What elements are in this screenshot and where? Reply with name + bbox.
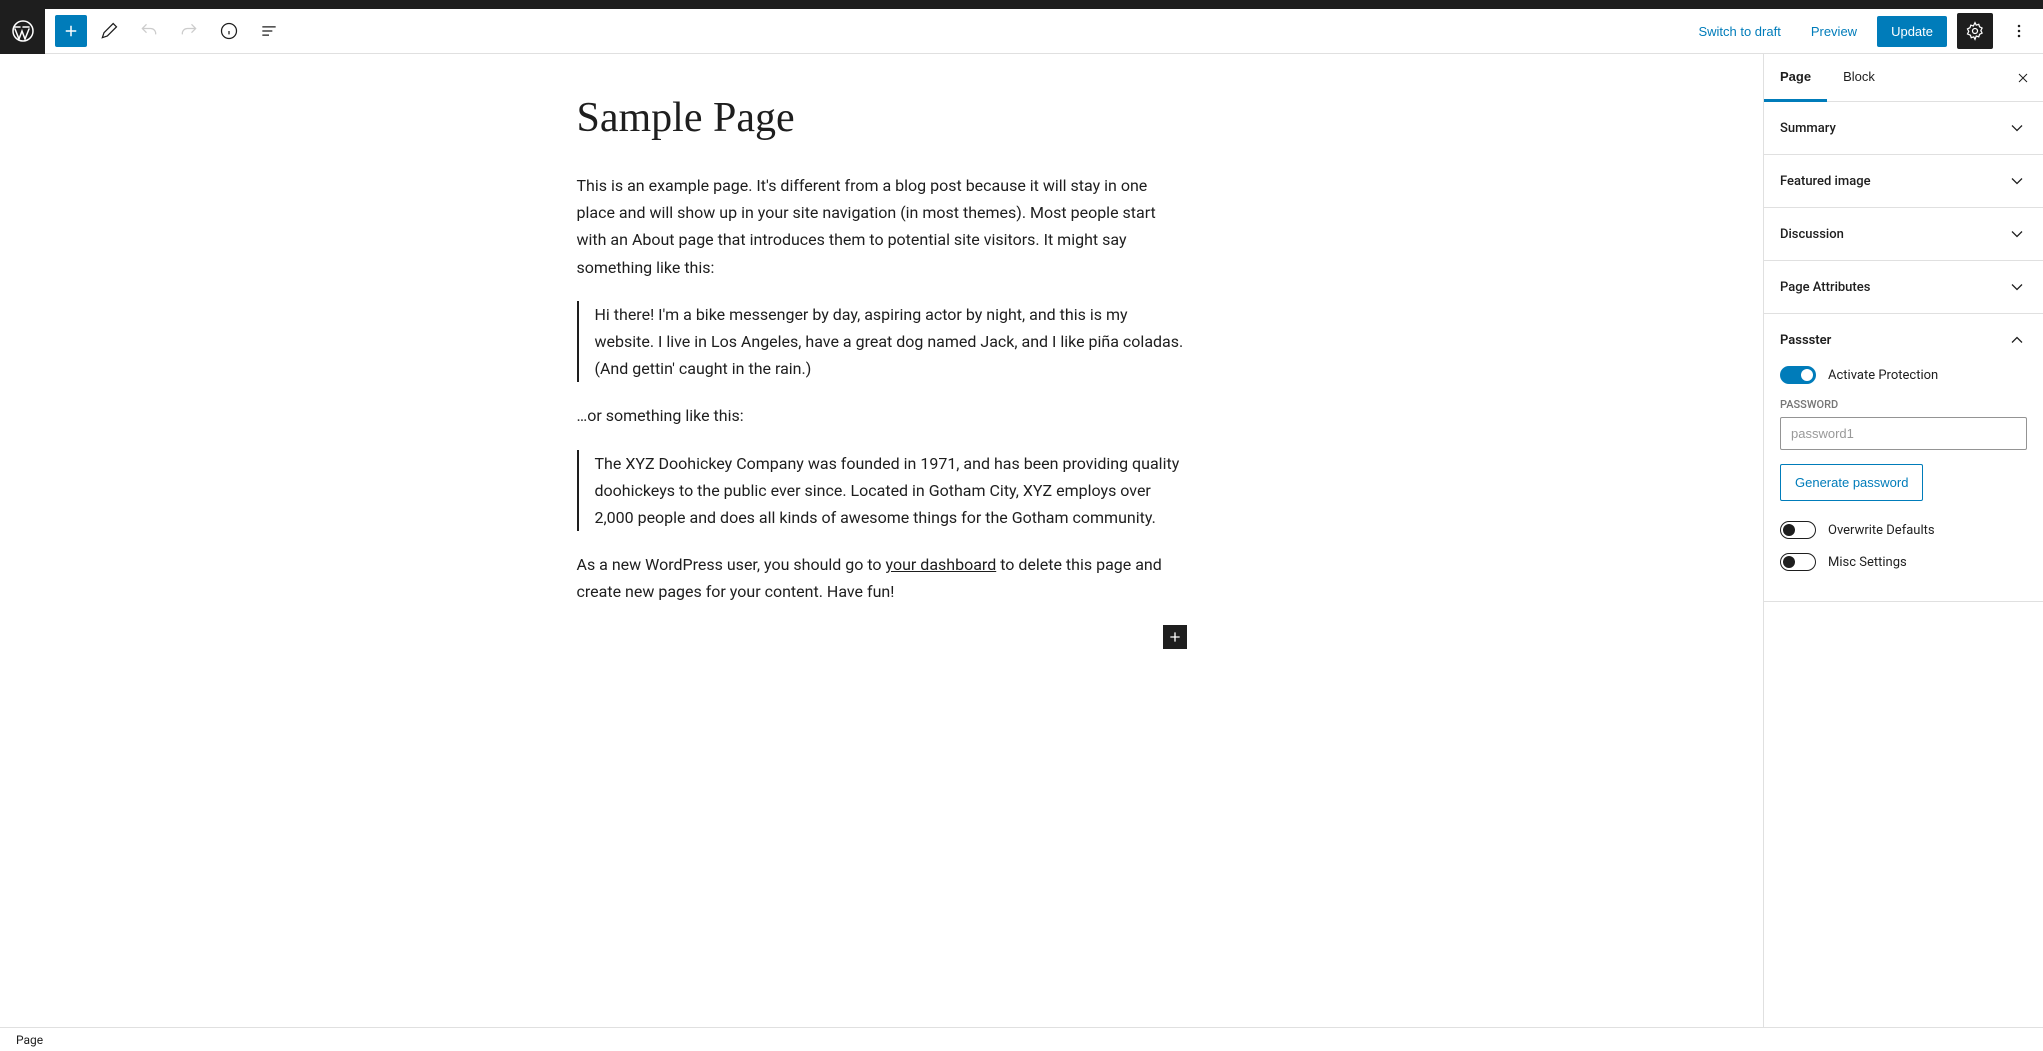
paragraph-block[interactable]: As a new WordPress user, you should go t…	[577, 551, 1187, 605]
more-options-button[interactable]	[2003, 13, 2035, 49]
panel-header-discussion[interactable]: Discussion	[1764, 208, 2043, 260]
paragraph-block[interactable]: …or something like this:	[577, 402, 1187, 429]
activate-protection-label: Activate Protection	[1828, 368, 1938, 383]
plus-icon	[1167, 629, 1183, 645]
update-button[interactable]: Update	[1877, 16, 1947, 47]
editor-app: Switch to draft Preview Update Sample Pa…	[0, 9, 2043, 1051]
overwrite-defaults-toggle[interactable]	[1780, 521, 1816, 539]
tab-block[interactable]: Block	[1827, 54, 1891, 102]
panel-title: Page Attributes	[1780, 280, 1870, 295]
sidebar-tabs: Page Block	[1764, 54, 2043, 102]
misc-settings-row: Misc Settings	[1780, 553, 2027, 571]
panel-title: Discussion	[1780, 227, 1844, 242]
panel-header-passster[interactable]: Passster	[1764, 314, 2043, 366]
redo-icon	[179, 21, 199, 41]
quote-block[interactable]: The XYZ Doohickey Company was founded in…	[577, 450, 1187, 532]
misc-settings-toggle[interactable]	[1780, 553, 1816, 571]
password-field-label: PASSWORD	[1780, 398, 2027, 411]
toggle-knob	[1801, 369, 1813, 381]
breadcrumb-item[interactable]: Page	[16, 1033, 43, 1047]
panel-title: Featured image	[1780, 174, 1871, 189]
footer-breadcrumb: Page	[0, 1027, 2043, 1051]
misc-settings-label: Misc Settings	[1828, 555, 1907, 570]
settings-sidebar: Page Block Summary Featured image	[1763, 54, 2043, 1027]
panel-featured-image: Featured image	[1764, 155, 2043, 208]
toolbar-left-group	[45, 13, 287, 49]
activate-protection-toggle[interactable]	[1780, 366, 1816, 384]
browser-chrome-strip	[0, 0, 2043, 9]
details-button[interactable]	[211, 13, 247, 49]
panel-title: Summary	[1780, 121, 1836, 136]
editor-inner: Sample Page This is an example page. It'…	[557, 94, 1207, 649]
wp-logo-button[interactable]	[0, 9, 45, 54]
tools-button[interactable]	[91, 13, 127, 49]
overwrite-defaults-row: Overwrite Defaults	[1780, 521, 2027, 539]
undo-icon	[139, 21, 159, 41]
main-area: Sample Page This is an example page. It'…	[0, 54, 2043, 1027]
settings-button[interactable]	[1957, 13, 1993, 49]
pencil-icon	[99, 21, 119, 41]
list-icon	[259, 21, 279, 41]
generate-password-button[interactable]: Generate password	[1780, 464, 1923, 501]
paragraph-text: As a new WordPress user, you should go t…	[577, 555, 886, 574]
add-block-wrap	[577, 625, 1187, 649]
panel-title: Passster	[1780, 333, 1831, 348]
quote-block[interactable]: Hi there! I'm a bike messenger by day, a…	[577, 301, 1187, 383]
dots-vertical-icon	[2009, 21, 2029, 41]
password-input[interactable]	[1780, 417, 2027, 450]
panel-header-page-attributes[interactable]: Page Attributes	[1764, 261, 2043, 313]
toolbar-right-group: Switch to draft Preview Update	[1688, 13, 2043, 49]
activate-protection-row: Activate Protection	[1780, 366, 2027, 384]
chevron-down-icon	[2007, 118, 2027, 138]
panel-passster: Passster Activate Protection PASSWORD Ge…	[1764, 314, 2043, 602]
wordpress-icon	[11, 19, 35, 43]
toggle-knob	[1783, 524, 1795, 536]
add-block-button[interactable]	[55, 15, 87, 47]
panel-page-attributes: Page Attributes	[1764, 261, 2043, 314]
switch-to-draft-button[interactable]: Switch to draft	[1688, 18, 1790, 45]
panel-summary: Summary	[1764, 102, 2043, 155]
list-view-button[interactable]	[251, 13, 287, 49]
top-toolbar: Switch to draft Preview Update	[0, 9, 2043, 54]
chevron-down-icon	[2007, 277, 2027, 297]
overwrite-defaults-label: Overwrite Defaults	[1828, 523, 1935, 538]
dashboard-link[interactable]: your dashboard	[886, 555, 997, 574]
tab-page[interactable]: Page	[1764, 54, 1827, 102]
quote-paragraph[interactable]: The XYZ Doohickey Company was founded in…	[595, 450, 1187, 532]
chevron-up-icon	[2007, 330, 2027, 350]
close-icon	[2015, 70, 2031, 86]
redo-button[interactable]	[171, 13, 207, 49]
quote-paragraph[interactable]: Hi there! I'm a bike messenger by day, a…	[595, 301, 1187, 383]
chevron-down-icon	[2007, 171, 2027, 191]
panel-header-featured-image[interactable]: Featured image	[1764, 155, 2043, 207]
info-icon	[219, 21, 239, 41]
close-sidebar-button[interactable]	[2003, 54, 2043, 102]
append-block-button[interactable]	[1163, 625, 1187, 649]
panel-body-passster: Activate Protection PASSWORD Generate pa…	[1764, 366, 2043, 601]
panel-header-summary[interactable]: Summary	[1764, 102, 2043, 154]
undo-button[interactable]	[131, 13, 167, 49]
preview-button[interactable]: Preview	[1801, 18, 1867, 45]
gear-icon	[1965, 21, 1985, 41]
panel-discussion: Discussion	[1764, 208, 2043, 261]
chevron-down-icon	[2007, 224, 2027, 244]
page-title[interactable]: Sample Page	[577, 94, 1187, 142]
plus-icon	[62, 22, 80, 40]
content-editor[interactable]: Sample Page This is an example page. It'…	[0, 54, 1763, 1027]
toggle-knob	[1783, 556, 1795, 568]
paragraph-block[interactable]: This is an example page. It's different …	[577, 172, 1187, 281]
